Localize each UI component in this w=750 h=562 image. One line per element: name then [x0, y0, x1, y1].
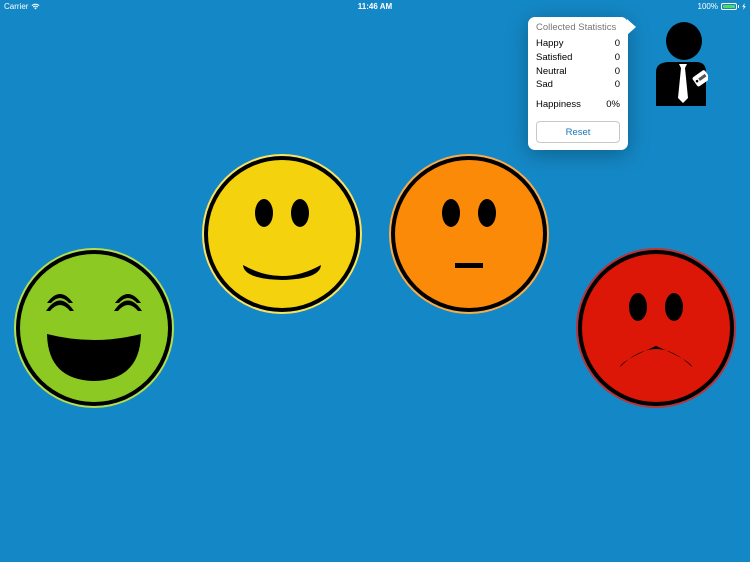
- reset-button[interactable]: Reset: [536, 121, 620, 143]
- neutral-face-button[interactable]: [388, 153, 550, 315]
- stat-value: 0: [614, 52, 620, 63]
- happy-face-button[interactable]: [13, 247, 175, 409]
- stat-row-neutral: Neutral 0: [536, 66, 620, 79]
- stat-value: 0: [614, 66, 620, 77]
- stat-value: 0: [614, 79, 620, 90]
- stat-label: Satisfied: [536, 52, 573, 63]
- stat-label: Happy: [536, 38, 564, 49]
- statistics-title: Collected Statistics: [536, 22, 617, 33]
- status-right: 100%: [698, 2, 746, 11]
- charging-bolt-icon: [742, 3, 746, 10]
- happy-face-icon: [14, 248, 174, 408]
- stat-value: 0: [614, 38, 620, 49]
- sad-face-button[interactable]: [575, 247, 737, 409]
- status-bar: Carrier 11:46 AM 100%: [0, 0, 750, 14]
- stat-row-happy: Happy 0: [536, 38, 620, 51]
- battery-tip: [738, 5, 739, 8]
- happiness-label: Happiness: [536, 99, 581, 110]
- battery-icon: [721, 3, 737, 10]
- neutral-face-icon: [389, 154, 549, 314]
- stat-row-sad: Sad 0: [536, 79, 620, 92]
- satisfied-face-icon: [202, 154, 362, 314]
- admin-button[interactable]: [654, 22, 710, 110]
- stat-label: Sad: [536, 79, 553, 90]
- sad-face-icon: [576, 248, 736, 408]
- happiness-value: 0%: [606, 99, 620, 110]
- popover-arrow: [627, 19, 636, 35]
- businessman-icon: [656, 22, 710, 106]
- statistics-popover: Collected Statistics Happy 0 Satisfied 0…: [528, 17, 636, 150]
- stat-label: Neutral: [536, 66, 567, 77]
- stat-row-happiness: Happiness 0%: [536, 99, 620, 112]
- status-time: 11:46 AM: [357, 2, 393, 11]
- stat-row-satisfied: Satisfied 0: [536, 52, 620, 65]
- satisfied-face-button[interactable]: [201, 153, 363, 315]
- battery-percent: 100%: [697, 2, 718, 11]
